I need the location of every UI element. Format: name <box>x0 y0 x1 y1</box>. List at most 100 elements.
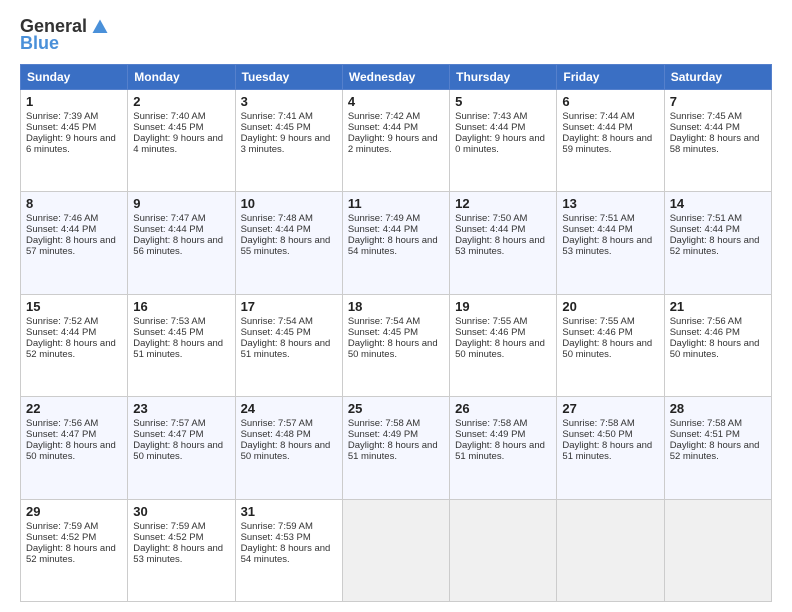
calendar-cell: 17 Sunrise: 7:54 AM Sunset: 4:45 PM Dayl… <box>235 294 342 396</box>
daylight-label: Daylight: 8 hours and 50 minutes. <box>562 338 652 360</box>
sunrise-label: Sunrise: 7:57 AM <box>241 418 313 429</box>
logo-blue: Blue <box>20 33 59 54</box>
sunrise-label: Sunrise: 7:42 AM <box>348 111 420 122</box>
day-number: 26 <box>455 401 551 416</box>
sunset-label: Sunset: 4:44 PM <box>26 327 96 338</box>
sunset-label: Sunset: 4:49 PM <box>348 429 418 440</box>
daylight-label: Daylight: 8 hours and 50 minutes. <box>241 440 331 462</box>
sunset-label: Sunset: 4:44 PM <box>348 122 418 133</box>
daylight-label: Daylight: 8 hours and 51 minutes. <box>455 440 545 462</box>
sunrise-label: Sunrise: 7:41 AM <box>241 111 313 122</box>
sunset-label: Sunset: 4:45 PM <box>133 327 203 338</box>
sunset-label: Sunset: 4:44 PM <box>348 224 418 235</box>
sunset-label: Sunset: 4:44 PM <box>241 224 311 235</box>
day-number: 20 <box>562 299 658 314</box>
sunrise-label: Sunrise: 7:40 AM <box>133 111 205 122</box>
daylight-label: Daylight: 8 hours and 52 minutes. <box>670 440 760 462</box>
calendar-cell <box>450 499 557 601</box>
sunset-label: Sunset: 4:45 PM <box>241 327 311 338</box>
daylight-label: Daylight: 8 hours and 50 minutes. <box>670 338 760 360</box>
daylight-label: Daylight: 8 hours and 51 minutes. <box>348 440 438 462</box>
sunrise-label: Sunrise: 7:44 AM <box>562 111 634 122</box>
day-number: 9 <box>133 196 229 211</box>
calendar-cell <box>664 499 771 601</box>
sunset-label: Sunset: 4:46 PM <box>562 327 632 338</box>
daylight-label: Daylight: 8 hours and 57 minutes. <box>26 235 116 257</box>
day-number: 5 <box>455 94 551 109</box>
calendar-cell: 22 Sunrise: 7:56 AM Sunset: 4:47 PM Dayl… <box>21 397 128 499</box>
calendar-cell: 2 Sunrise: 7:40 AM Sunset: 4:45 PM Dayli… <box>128 90 235 192</box>
day-number: 4 <box>348 94 444 109</box>
calendar-cell: 25 Sunrise: 7:58 AM Sunset: 4:49 PM Dayl… <box>342 397 449 499</box>
calendar-cell: 4 Sunrise: 7:42 AM Sunset: 4:44 PM Dayli… <box>342 90 449 192</box>
calendar-cell: 28 Sunrise: 7:58 AM Sunset: 4:51 PM Dayl… <box>664 397 771 499</box>
day-number: 11 <box>348 196 444 211</box>
calendar-cell: 12 Sunrise: 7:50 AM Sunset: 4:44 PM Dayl… <box>450 192 557 294</box>
daylight-label: Daylight: 8 hours and 51 minutes. <box>562 440 652 462</box>
daylight-label: Daylight: 8 hours and 50 minutes. <box>26 440 116 462</box>
day-number: 1 <box>26 94 122 109</box>
page: General Blue SundayMondayTuesdayWednesda… <box>0 0 792 612</box>
daylight-label: Daylight: 9 hours and 6 minutes. <box>26 133 116 155</box>
daylight-label: Daylight: 8 hours and 54 minutes. <box>348 235 438 257</box>
header: General Blue <box>20 16 772 54</box>
daylight-label: Daylight: 9 hours and 3 minutes. <box>241 133 331 155</box>
calendar-cell: 5 Sunrise: 7:43 AM Sunset: 4:44 PM Dayli… <box>450 90 557 192</box>
calendar-cell: 18 Sunrise: 7:54 AM Sunset: 4:45 PM Dayl… <box>342 294 449 396</box>
day-number: 19 <box>455 299 551 314</box>
daylight-label: Daylight: 9 hours and 2 minutes. <box>348 133 438 155</box>
day-number: 27 <box>562 401 658 416</box>
daylight-label: Daylight: 8 hours and 50 minutes. <box>348 338 438 360</box>
sunrise-label: Sunrise: 7:57 AM <box>133 418 205 429</box>
sunrise-label: Sunrise: 7:58 AM <box>455 418 527 429</box>
day-number: 10 <box>241 196 337 211</box>
calendar-cell: 31 Sunrise: 7:59 AM Sunset: 4:53 PM Dayl… <box>235 499 342 601</box>
calendar-header-row: SundayMondayTuesdayWednesdayThursdayFrid… <box>21 65 772 90</box>
day-number: 18 <box>348 299 444 314</box>
daylight-label: Daylight: 8 hours and 52 minutes. <box>670 235 760 257</box>
sunrise-label: Sunrise: 7:59 AM <box>133 521 205 532</box>
calendar-cell: 21 Sunrise: 7:56 AM Sunset: 4:46 PM Dayl… <box>664 294 771 396</box>
sunset-label: Sunset: 4:44 PM <box>670 122 740 133</box>
day-number: 21 <box>670 299 766 314</box>
day-number: 3 <box>241 94 337 109</box>
calendar-table: SundayMondayTuesdayWednesdayThursdayFrid… <box>20 64 772 602</box>
sunrise-label: Sunrise: 7:58 AM <box>562 418 634 429</box>
sunset-label: Sunset: 4:45 PM <box>133 122 203 133</box>
daylight-label: Daylight: 9 hours and 4 minutes. <box>133 133 223 155</box>
calendar-cell: 15 Sunrise: 7:52 AM Sunset: 4:44 PM Dayl… <box>21 294 128 396</box>
sunrise-label: Sunrise: 7:39 AM <box>26 111 98 122</box>
weekday-header: Tuesday <box>235 65 342 90</box>
sunrise-label: Sunrise: 7:59 AM <box>241 521 313 532</box>
daylight-label: Daylight: 8 hours and 51 minutes. <box>241 338 331 360</box>
day-number: 22 <box>26 401 122 416</box>
day-number: 17 <box>241 299 337 314</box>
sunset-label: Sunset: 4:45 PM <box>348 327 418 338</box>
sunset-label: Sunset: 4:45 PM <box>241 122 311 133</box>
calendar-cell: 29 Sunrise: 7:59 AM Sunset: 4:52 PM Dayl… <box>21 499 128 601</box>
weekday-header: Saturday <box>664 65 771 90</box>
daylight-label: Daylight: 8 hours and 53 minutes. <box>562 235 652 257</box>
sunset-label: Sunset: 4:45 PM <box>26 122 96 133</box>
sunrise-label: Sunrise: 7:55 AM <box>455 316 527 327</box>
sunrise-label: Sunrise: 7:47 AM <box>133 213 205 224</box>
day-number: 31 <box>241 504 337 519</box>
sunrise-label: Sunrise: 7:55 AM <box>562 316 634 327</box>
sunrise-label: Sunrise: 7:49 AM <box>348 213 420 224</box>
sunrise-label: Sunrise: 7:56 AM <box>670 316 742 327</box>
weekday-header: Monday <box>128 65 235 90</box>
daylight-label: Daylight: 8 hours and 52 minutes. <box>26 543 116 565</box>
calendar-cell: 6 Sunrise: 7:44 AM Sunset: 4:44 PM Dayli… <box>557 90 664 192</box>
daylight-label: Daylight: 8 hours and 58 minutes. <box>670 133 760 155</box>
weekday-header: Wednesday <box>342 65 449 90</box>
calendar-cell: 23 Sunrise: 7:57 AM Sunset: 4:47 PM Dayl… <box>128 397 235 499</box>
sunrise-label: Sunrise: 7:53 AM <box>133 316 205 327</box>
daylight-label: Daylight: 8 hours and 59 minutes. <box>562 133 652 155</box>
daylight-label: Daylight: 8 hours and 52 minutes. <box>26 338 116 360</box>
weekday-header: Friday <box>557 65 664 90</box>
sunrise-label: Sunrise: 7:45 AM <box>670 111 742 122</box>
sunset-label: Sunset: 4:50 PM <box>562 429 632 440</box>
sunset-label: Sunset: 4:51 PM <box>670 429 740 440</box>
sunset-label: Sunset: 4:44 PM <box>455 122 525 133</box>
sunset-label: Sunset: 4:46 PM <box>670 327 740 338</box>
